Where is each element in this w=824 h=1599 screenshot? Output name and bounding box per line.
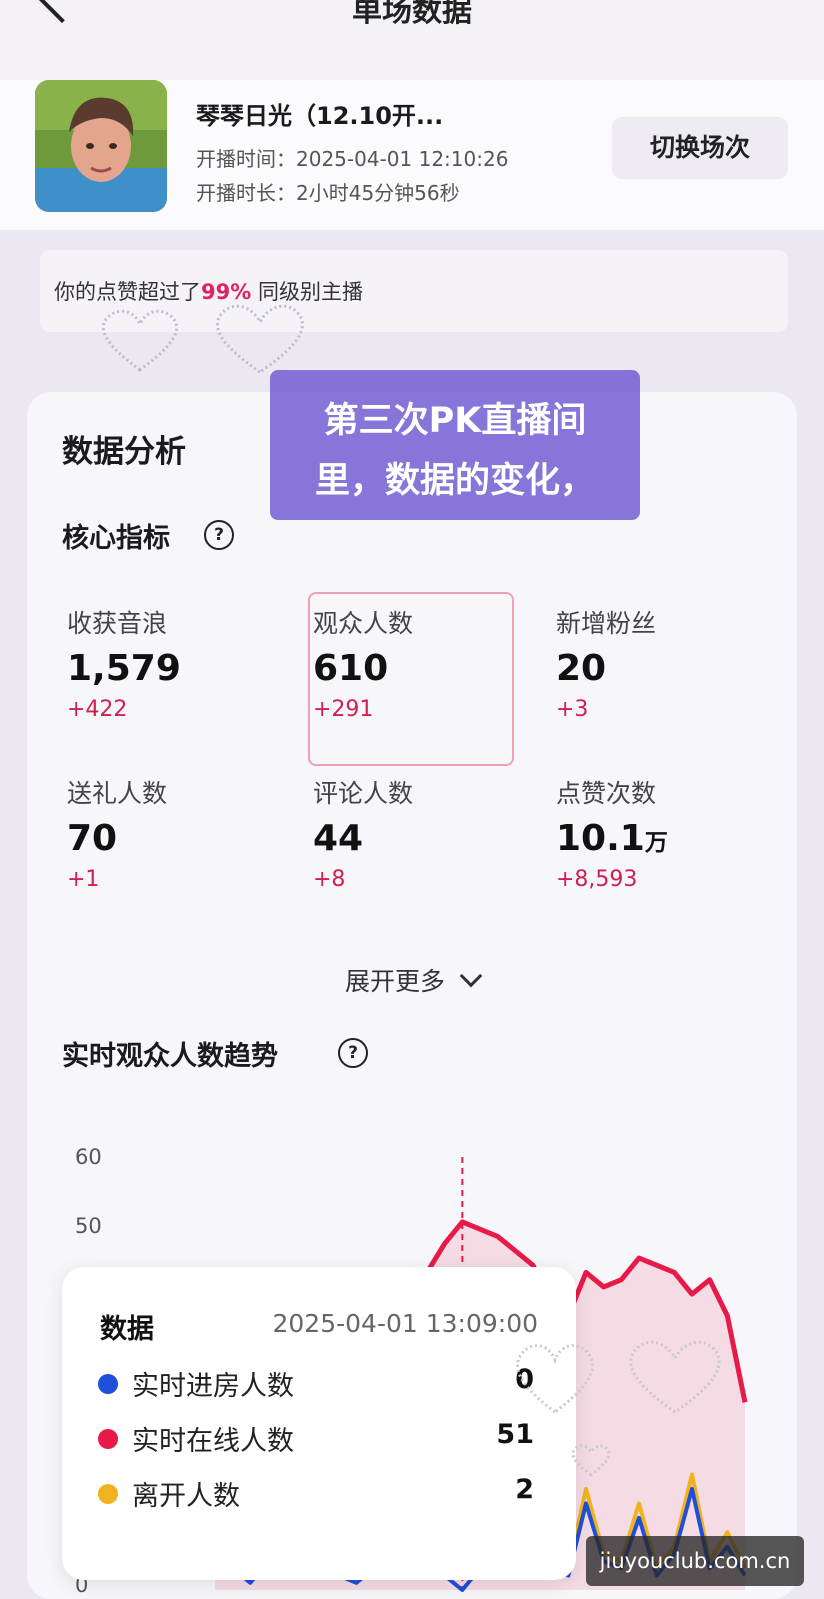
- chart-tooltip: 数据 2025-04-01 13:09:00 实时进房人数 0 实时在线人数 5…: [62, 1267, 576, 1580]
- tooltip-date: 2025-04-01 13:09:00: [272, 1309, 538, 1338]
- watermark: jiuyouclub.com.cn: [586, 1536, 804, 1586]
- legend-dot-yellow: [98, 1484, 118, 1504]
- tooltip-row-label: 实时进房人数: [132, 1371, 294, 1402]
- heart-sticker-icon: [516, 1340, 721, 1477]
- tooltip-row-label: 实时在线人数: [132, 1426, 294, 1457]
- caption-line-2: 里，数据的变化，: [314, 461, 595, 501]
- legend-dot-red: [98, 1429, 118, 1449]
- tooltip-row-label: 离开人数: [132, 1481, 240, 1512]
- legend-dot-blue: [98, 1374, 118, 1394]
- tooltip-heading: 数据: [100, 1314, 154, 1345]
- overlay-caption: 第三次PK直播间 里，数据的变化，: [270, 370, 640, 520]
- caption-line-1: 第三次PK直播间: [323, 401, 587, 441]
